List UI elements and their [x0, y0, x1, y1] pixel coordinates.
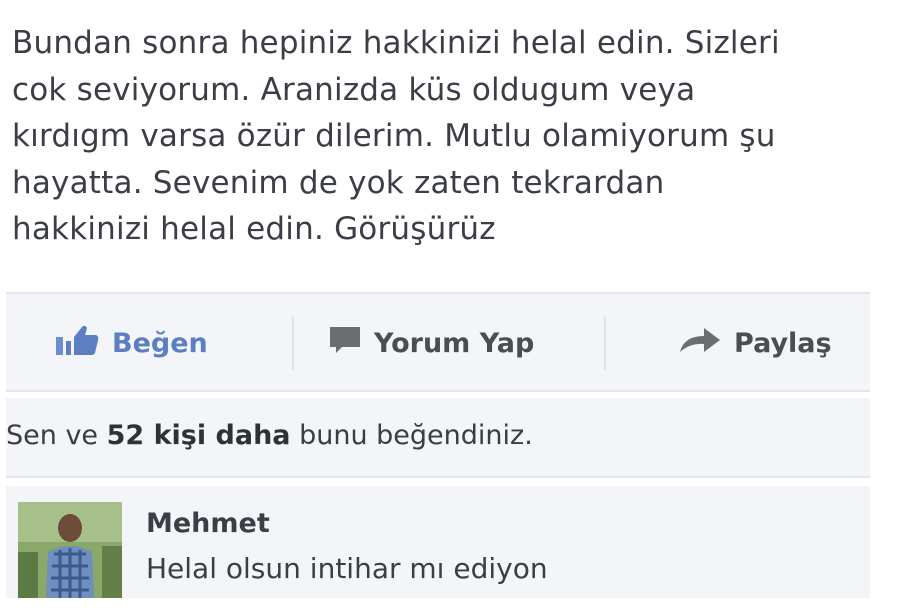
- speech-bubble-icon: [328, 325, 362, 362]
- post-line: hakkinizi helal edin. Görüşürüz: [12, 211, 496, 247]
- post-text: Bundan sonra hepiniz hakkinizi helal edi…: [12, 20, 882, 253]
- comment-item: Mehmet Helal olsun intihar mı ediyon: [6, 486, 870, 598]
- divider: [292, 316, 294, 370]
- avatar[interactable]: [18, 502, 122, 598]
- share-arrow-icon: [678, 326, 722, 361]
- post-line: cok seviyorum. Aranizda küs oldugum veya: [12, 71, 696, 108]
- thumbs-up-icon: [54, 323, 100, 364]
- comment-author[interactable]: Mehmet: [146, 508, 270, 539]
- divider: [604, 316, 606, 370]
- post-line: Bundan sonra hepiniz hakkinizi helal edi…: [12, 25, 780, 61]
- comment-text: Helal olsun intihar mı ediyon: [146, 552, 548, 585]
- likes-suffix: bunu beğendiniz.: [290, 420, 533, 451]
- post-actions-bar: Beğen Yorum Yap Paylaş: [6, 292, 870, 392]
- share-button[interactable]: Paylaş: [678, 326, 832, 360]
- comment-label: Yorum Yap: [374, 327, 535, 359]
- likes-count-link[interactable]: 52 kişi daha: [107, 420, 291, 451]
- likes-prefix: Sen ve: [6, 420, 107, 451]
- post-line: kırdıgm varsa özür dilerim. Mutlu olamiy…: [12, 118, 776, 154]
- post-line: hayatta. Sevenim de yok zaten tekrardan: [12, 164, 665, 201]
- likes-text: Sen ve 52 kişi daha bunu beğendiniz.: [6, 420, 533, 451]
- share-label: Paylaş: [734, 327, 832, 359]
- like-label: Beğen: [112, 327, 208, 359]
- likes-summary: Sen ve 52 kişi daha bunu beğendiniz.: [6, 398, 870, 478]
- comment-button[interactable]: Yorum Yap: [328, 326, 534, 360]
- like-button[interactable]: Beğen: [54, 325, 208, 360]
